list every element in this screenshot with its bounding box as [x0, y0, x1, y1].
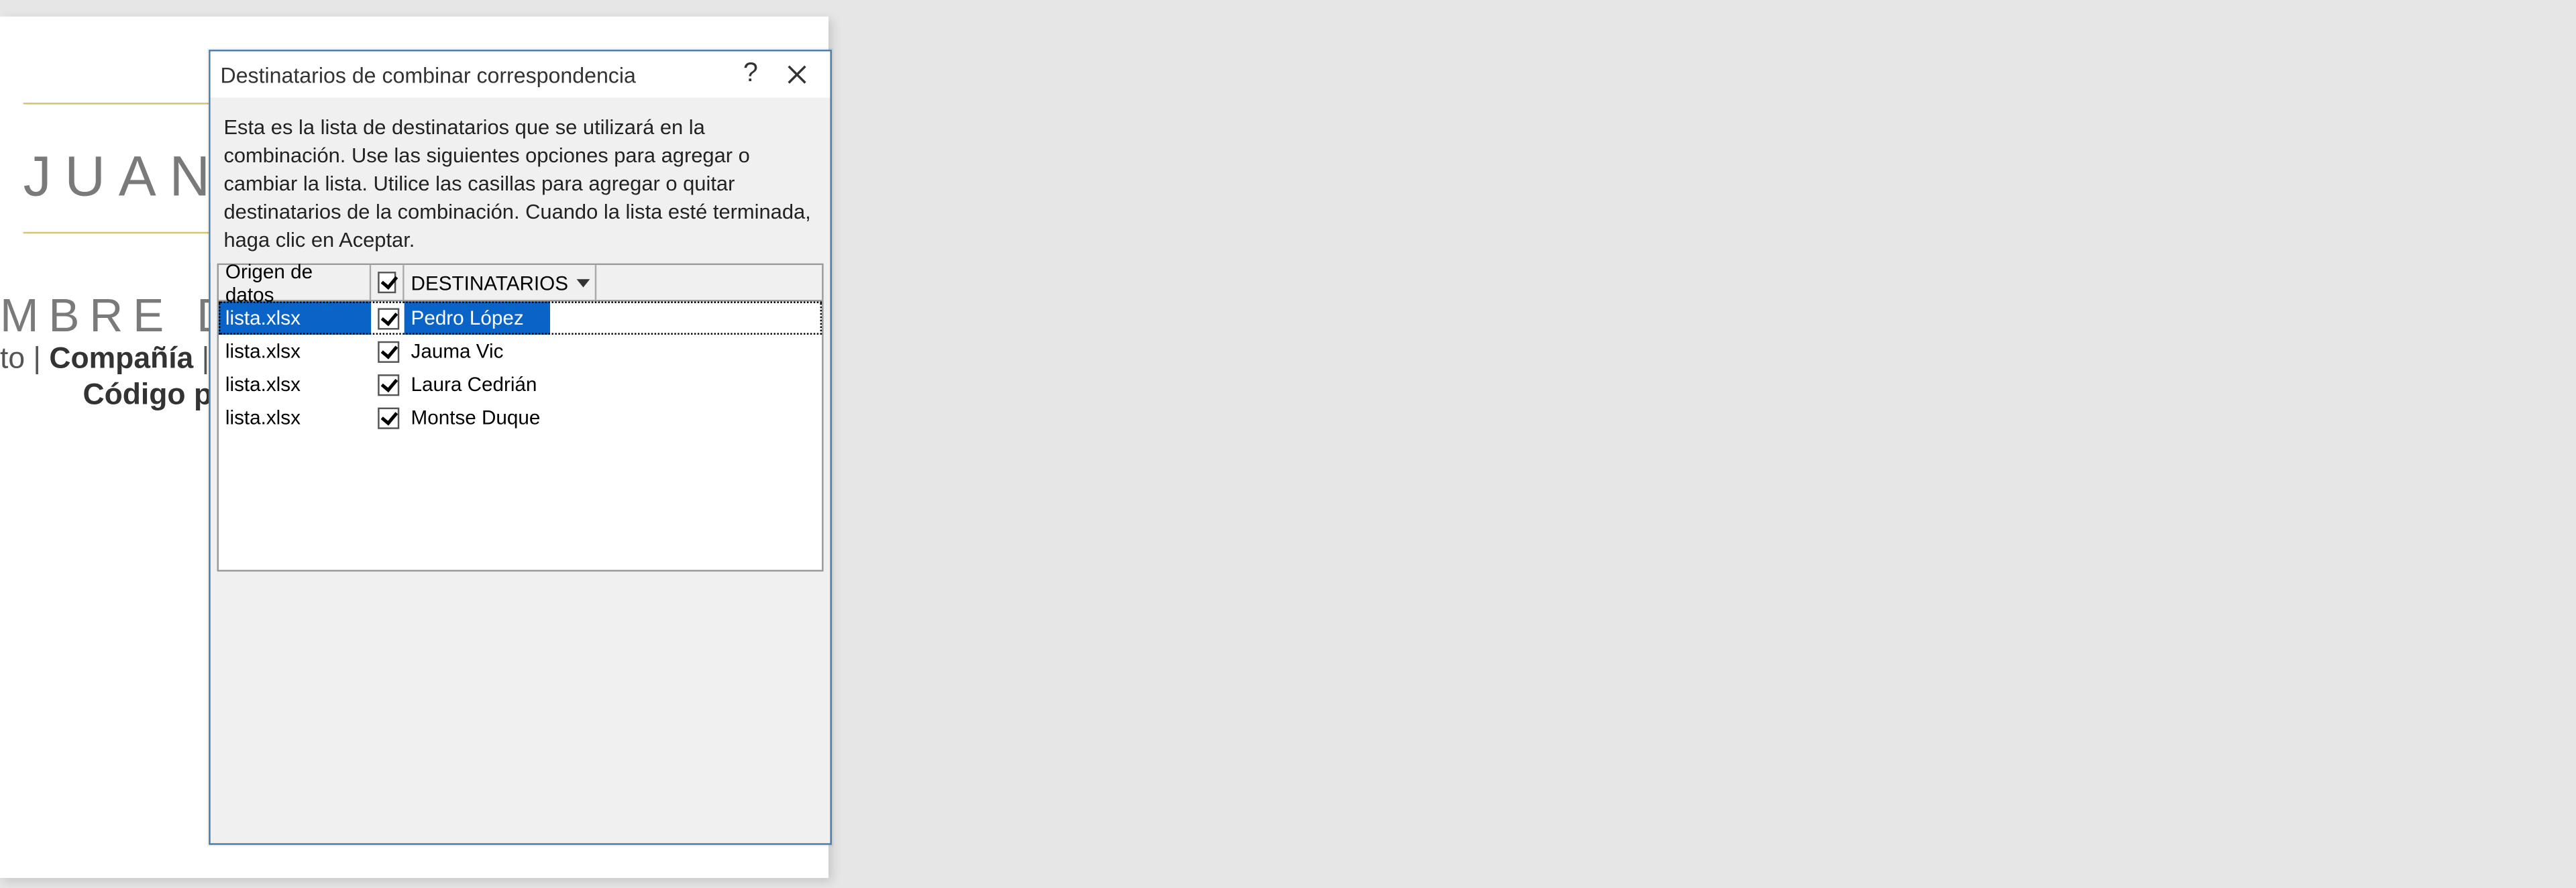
row-checkbox[interactable]	[371, 402, 404, 435]
check-icon	[378, 272, 396, 294]
recipients-grid: Origen de datos DESTINATARIOS lista.xlsx…	[217, 264, 824, 572]
table-row[interactable]: lista.xlsx Montse Duque	[219, 402, 822, 435]
dialog-description: Esta es la lista de destinatarios que se…	[211, 98, 830, 264]
table-row[interactable]: lista.xlsx Laura Cedrián	[219, 368, 822, 401]
chevron-down-icon	[576, 279, 590, 287]
row-checkbox[interactable]	[371, 302, 404, 335]
cell-source: lista.xlsx	[219, 335, 371, 368]
dialog-title: Destinatarios de combinar correspondenci…	[221, 62, 728, 87]
help-button[interactable]: ?	[727, 55, 773, 95]
col-header-checkall[interactable]	[371, 266, 404, 300]
row-checkbox[interactable]	[371, 335, 404, 368]
grid-header-row: Origen de datos DESTINATARIOS	[219, 266, 822, 302]
cell-source: lista.xlsx	[219, 302, 371, 335]
cell-source: lista.xlsx	[219, 368, 371, 401]
mail-merge-recipients-dialog: Destinatarios de combinar correspondenci…	[209, 50, 832, 845]
cell-recipient: Jauma Vic	[405, 335, 550, 368]
row-checkbox[interactable]	[371, 368, 404, 401]
cell-recipient: Montse Duque	[405, 402, 550, 435]
close-icon	[787, 64, 807, 85]
check-icon	[377, 374, 398, 396]
col-header-recipients[interactable]: DESTINATARIOS	[405, 266, 596, 300]
col-header-recipients-label: DESTINATARIOS	[411, 272, 568, 295]
check-icon	[377, 341, 398, 363]
table-row[interactable]: lista.xlsx Jauma Vic	[219, 335, 822, 368]
cell-recipient: Laura Cedrián	[405, 368, 550, 401]
col-header-source[interactable]: Origen de datos	[219, 266, 371, 300]
close-button[interactable]	[773, 55, 820, 95]
table-row[interactable]: lista.xlsx Pedro López	[219, 302, 822, 335]
check-icon	[377, 308, 398, 329]
cell-recipient: Pedro López	[405, 302, 550, 335]
check-icon	[377, 407, 398, 429]
grid-body: lista.xlsx Pedro López lista.xlsx Jauma Vic…	[219, 302, 822, 435]
cell-source: lista.xlsx	[219, 402, 371, 435]
dialog-titlebar[interactable]: Destinatarios de combinar correspondenci…	[211, 52, 830, 98]
